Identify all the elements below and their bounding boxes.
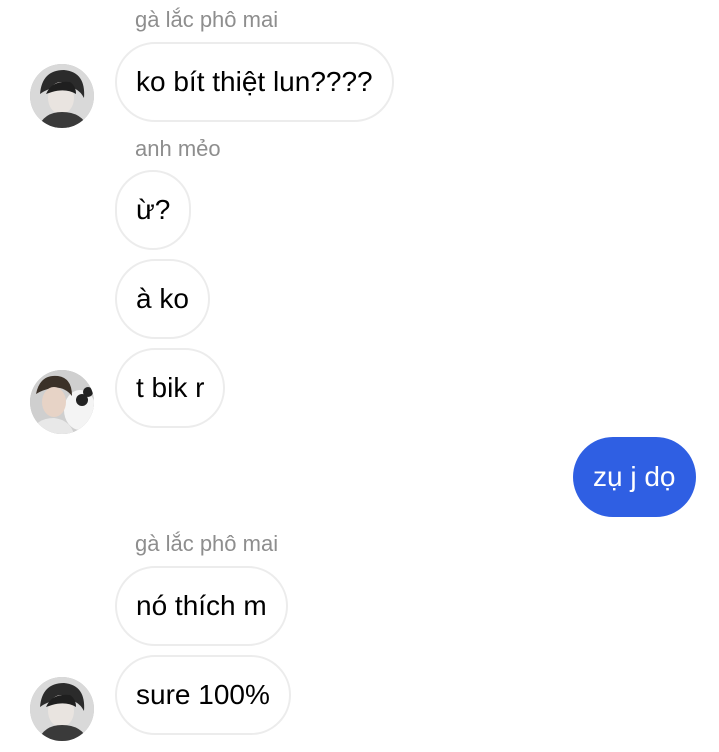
sender-name: gà lắc phô mai <box>135 7 279 32</box>
message-bubble-incoming[interactable]: ừ? <box>115 170 192 250</box>
message-bubble-incoming[interactable]: t bik r <box>115 348 226 428</box>
message-bubble-incoming[interactable]: sure 100% <box>115 655 291 735</box>
sender-name: anh mẻo <box>135 136 221 161</box>
sender-name: gà lắc phô mai <box>135 531 279 556</box>
message-bubble-incoming[interactable]: nó thích m <box>115 566 288 646</box>
message-bubble-incoming[interactable]: ko bít thiệt lun???? <box>115 42 394 122</box>
avatar[interactable] <box>30 677 94 741</box>
avatar[interactable] <box>30 370 94 434</box>
avatar[interactable] <box>30 64 94 128</box>
message-bubble-incoming[interactable]: à ko <box>115 259 210 339</box>
message-bubble-outgoing[interactable]: zụ j dọ <box>573 437 696 517</box>
